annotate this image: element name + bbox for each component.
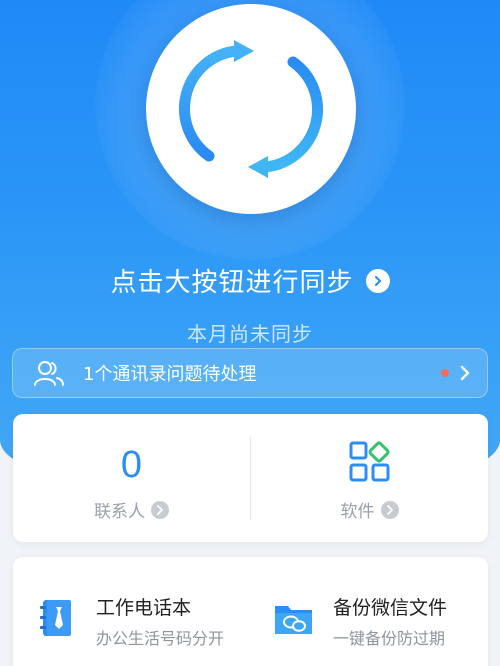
work-phonebook-item[interactable]: 工作电话本 办公生活号码分开	[13, 557, 250, 666]
contacts-label-row: 联系人	[13, 497, 250, 522]
apps-label-row: 软件	[251, 497, 488, 522]
apps-grid-icon	[349, 441, 390, 482]
wechat-backup-item[interactable]: 备份微信文件 一键备份防过期	[250, 557, 487, 666]
contacts-stat[interactable]: 0 联系人	[13, 414, 250, 542]
wechat-backup-icon	[275, 606, 312, 634]
sync-cta[interactable]: 点击大按钮进行同步	[0, 262, 500, 299]
chevron-right-icon	[459, 365, 471, 381]
chevron-right-icon	[151, 500, 169, 519]
contacts-people-icon	[33, 357, 65, 389]
wechat-backup-title: 备份微信文件	[333, 597, 448, 619]
sync-cta-label: 点击大按钮进行同步	[110, 268, 354, 298]
work-phonebook-title: 工作电话本	[96, 597, 192, 619]
work-phonebook-icon	[40, 600, 71, 636]
contacts-count: 0	[120, 444, 143, 486]
contacts-label: 联系人	[94, 502, 145, 522]
apps-stat[interactable]: 软件	[251, 414, 488, 542]
contacts-issue-text: 1个通讯录问题待处理	[83, 364, 257, 385]
stats-card: 0 联系人 软件	[13, 414, 488, 542]
chevron-right-icon	[365, 268, 390, 293]
work-phonebook-subtitle: 办公生活号码分开	[96, 629, 225, 648]
chevron-right-icon	[380, 500, 399, 519]
sync-button[interactable]	[146, 4, 356, 214]
contacts-issue-banner[interactable]: 1个通讯录问题待处理	[12, 348, 488, 398]
unread-dot	[441, 369, 449, 377]
wechat-backup-subtitle: 一键备份防过期	[333, 629, 446, 648]
sync-arrows-icon	[178, 40, 324, 178]
sync-status: 本月尚未同步	[187, 322, 313, 346]
apps-label: 软件	[340, 502, 375, 522]
features-card: 工作电话本 办公生活号码分开 备份微信文件 一键备份防过期	[13, 557, 488, 666]
